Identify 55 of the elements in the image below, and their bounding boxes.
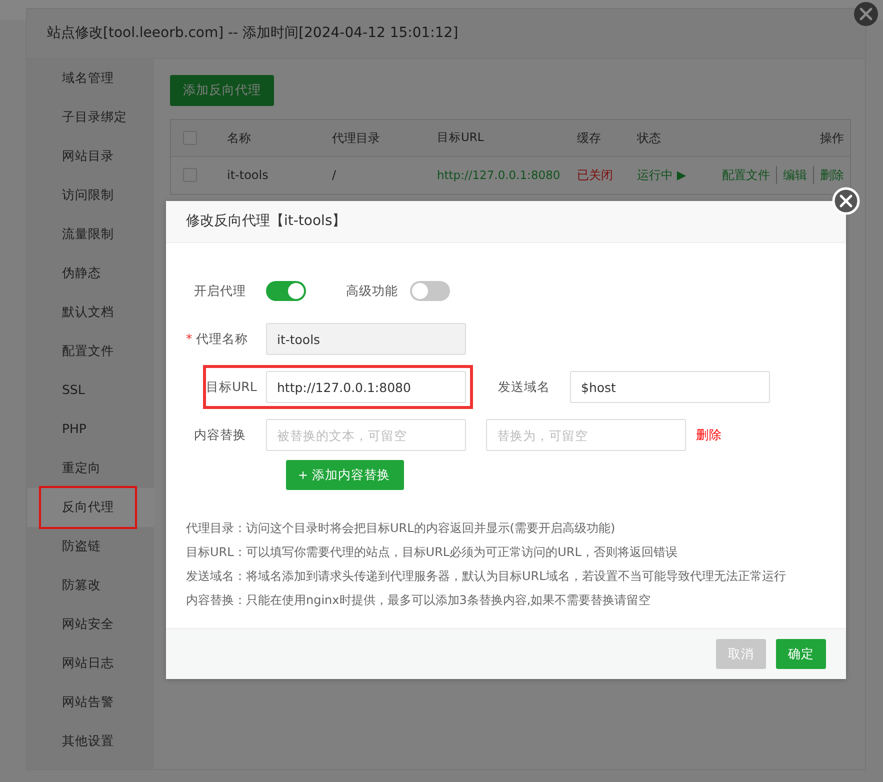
field-label: * 代理名称 bbox=[186, 330, 250, 348]
field-label: 发送域名 bbox=[497, 378, 551, 396]
field-label: 开启代理 bbox=[193, 282, 247, 300]
sidebar-item[interactable]: 反向代理 bbox=[27, 488, 154, 527]
help-text: 目标URL：可以填写你需要代理的站点，目标URL必须为可正常访问的URL，否则将返回错误 bbox=[186, 544, 678, 561]
sidebar-item[interactable]: 配置文件 bbox=[27, 332, 154, 371]
input-field[interactable]: 替换为，可留空 bbox=[486, 419, 686, 451]
table-cell: / bbox=[332, 168, 336, 182]
sidebar-item[interactable]: 网站告警 bbox=[27, 683, 154, 722]
close-icon[interactable] bbox=[832, 187, 860, 215]
sidebar-item[interactable]: 伪静态 bbox=[27, 254, 154, 293]
input-field[interactable]: 被替换的文本，可留空 bbox=[266, 419, 466, 451]
sidebar-item[interactable]: 其他设置 bbox=[27, 722, 154, 761]
sidebar-item[interactable]: PHP bbox=[27, 410, 154, 449]
sidebar-item[interactable]: 防篡改 bbox=[27, 566, 154, 605]
column-header: 目标URL bbox=[437, 130, 484, 144]
run-status[interactable]: 运行中 ▶ bbox=[637, 168, 686, 182]
table-cell: it-tools bbox=[227, 168, 268, 182]
toggle-switch[interactable] bbox=[266, 281, 306, 301]
sidebar-item[interactable]: 流量限制 bbox=[27, 215, 154, 254]
help-text: 发送域名：将域名添加到请求头传递到代理服务器，默认为目标URL域名，若设置不当可能导致代理无法正常运行 bbox=[186, 568, 787, 585]
delete-link[interactable]: 删除 bbox=[696, 426, 722, 444]
sidebar-item[interactable]: 网站安全 bbox=[27, 605, 154, 644]
sidebar-item[interactable]: 网站目录 bbox=[27, 137, 154, 176]
field-label: 目标URL bbox=[206, 378, 258, 396]
dialog-title: 修改反向代理【it-tools】 bbox=[166, 201, 846, 243]
add-proxy-button[interactable]: 添加反向代理 bbox=[170, 75, 274, 106]
column-header: 状态 bbox=[637, 130, 661, 145]
column-header: 名称 bbox=[227, 130, 251, 145]
sidebar-item[interactable]: 默认文档 bbox=[27, 293, 154, 332]
sidebar-item[interactable]: 重定向 bbox=[27, 449, 154, 488]
cache-status[interactable]: 已关闭 bbox=[577, 168, 613, 182]
target-url-cell: http://127.0.0.1:8080 bbox=[437, 168, 560, 182]
confirm-button[interactable]: 确定 bbox=[776, 639, 826, 669]
column-header: 缓存 bbox=[577, 130, 601, 145]
sidebar-item[interactable]: SSL bbox=[27, 371, 154, 410]
input-field[interactable]: http://127.0.0.1:8080 bbox=[266, 371, 466, 403]
add-replace-button[interactable]: + 添加内容替换 bbox=[286, 460, 404, 490]
column-header: 操作 bbox=[820, 130, 844, 145]
action-link[interactable]: 配置文件 bbox=[722, 166, 770, 184]
sidebar-item[interactable]: 访问限制 bbox=[27, 176, 154, 215]
sidebar-item[interactable]: 子目录绑定 bbox=[27, 98, 154, 137]
field-label: 内容替换 bbox=[193, 426, 247, 444]
field-label: 高级功能 bbox=[345, 282, 399, 300]
action-link[interactable]: 删除 bbox=[813, 166, 844, 184]
sidebar-item[interactable]: 域名管理 bbox=[27, 59, 154, 98]
input-field[interactable]: it-tools bbox=[266, 323, 466, 355]
input-field[interactable]: $host bbox=[570, 371, 770, 403]
action-link[interactable]: 编辑 bbox=[776, 166, 807, 184]
sidebar-item[interactable]: 网站日志 bbox=[27, 644, 154, 683]
help-text: 代理目录：访问这个目录时将会把目标URL的内容返回并显示(需要开启高级功能) bbox=[186, 520, 616, 537]
sidebar-item[interactable]: 防盗链 bbox=[27, 527, 154, 566]
help-text: 内容替换：只能在使用nginx时提供，最多可以添加3条替换内容,如果不需要替换请留空 bbox=[186, 592, 652, 609]
toggle-switch[interactable] bbox=[410, 281, 450, 301]
column-header: 代理目录 bbox=[332, 130, 380, 145]
